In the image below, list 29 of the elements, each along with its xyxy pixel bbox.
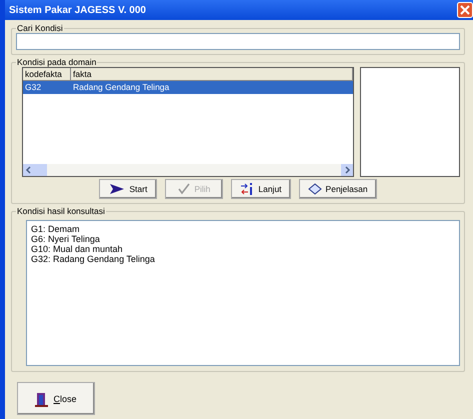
- list-row[interactable]: G32 Radang Gendang Telinga: [23, 81, 353, 94]
- result-text-area[interactable]: G1: Demam G6: Nyeri Telinga G10: Mual dan muntah G32: Radang Gendang Telinga: [26, 220, 460, 366]
- close-icon[interactable]: [457, 2, 473, 18]
- result-line: G32: Radang Gendang Telinga: [31, 254, 156, 264]
- scroll-right-icon[interactable]: [341, 164, 353, 176]
- result-line: G10: Mual dan muntah: [31, 244, 124, 254]
- scroll-left-icon[interactable]: [23, 164, 35, 176]
- close-button[interactable]: Close: [17, 382, 95, 415]
- column-header[interactable]: fakta: [71, 68, 353, 80]
- group-label: Kondisi hasil konsultasi: [16, 206, 106, 216]
- check-icon: [178, 183, 190, 195]
- action-button[interactable]: Start: [99, 179, 158, 199]
- scroll-thumb[interactable]: [35, 164, 47, 176]
- arrows-icon: [240, 182, 254, 196]
- horizontal-scrollbar[interactable]: [23, 164, 353, 176]
- result-line: G1: Demam: [31, 224, 81, 234]
- window-title: Sistem Pakar JAGESS V. 000: [9, 4, 146, 16]
- door-icon: [35, 390, 50, 406]
- action-button[interactable]: Penjelasan: [298, 179, 377, 199]
- arrow-icon: [109, 183, 126, 195]
- table-cell-text: G32: [24, 81, 42, 94]
- group-label: Kondisi pada domain: [16, 57, 98, 67]
- table-cell-text: Radang Gendang Telinga: [72, 81, 170, 94]
- action-button[interactable]: Lanjut: [231, 179, 291, 199]
- search-field[interactable]: [16, 33, 460, 50]
- column-header[interactable]: kodefakta: [23, 68, 71, 80]
- group-label: Cari Kondisi: [16, 23, 64, 33]
- diamond-icon: [308, 183, 322, 195]
- result-line: G6: Nyeri Telinga: [31, 234, 101, 244]
